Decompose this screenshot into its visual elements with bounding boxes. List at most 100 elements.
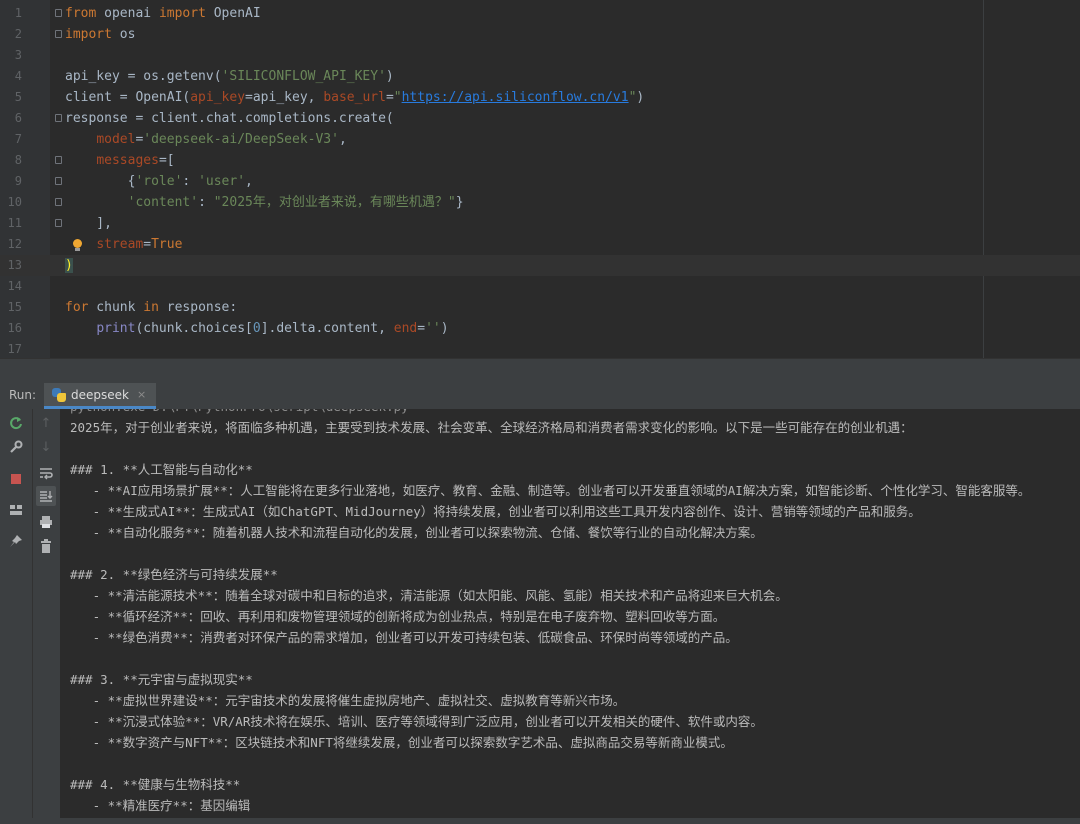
soft-wrap-icon[interactable] <box>36 463 56 483</box>
console-line: - **虚拟世界建设**：元宇宙技术的发展将催生虚拟房地产、虚拟社交、虚拟教育等… <box>70 693 626 708</box>
run-label: Run: <box>9 388 37 402</box>
code-line[interactable]: 11 ], <box>0 213 1080 234</box>
code-token: end <box>393 321 418 336</box>
wrench-icon[interactable] <box>6 437 26 457</box>
fold-marker-icon[interactable] <box>55 177 62 185</box>
code-token: = <box>143 237 152 252</box>
rerun-icon[interactable] <box>6 413 26 433</box>
line-number: 11 <box>7 216 22 230</box>
scroll-to-end-icon[interactable] <box>36 486 56 506</box>
code-editor[interactable]: 1 from openai import OpenAI 2 import os 3 4 ap… <box>0 0 1080 358</box>
code-text: model='deepseek-ai/DeepSeek-V3', <box>65 129 347 150</box>
run-tool-window-header: Run: deepseek × <box>0 383 1080 410</box>
code-text: response = client.chat.completions.creat… <box>65 108 394 129</box>
editor-splitter[interactable] <box>0 358 1080 383</box>
fold-marker-icon[interactable] <box>55 156 62 164</box>
code-token: OpenAI <box>205 6 261 21</box>
console-line: python.exe D:\PY\PythonPro\script\deepse… <box>70 409 409 417</box>
console-line: - **清洁能源技术**：随着全球对碳中和目标的追求，清洁能源（如太阳能、风能、… <box>70 588 788 603</box>
code-token: chunk <box>88 300 144 315</box>
run-tab-deepseek[interactable]: deepseek × <box>44 383 157 409</box>
code-token: https://api.siliconflow.cn/v1 <box>401 90 629 105</box>
stop-icon[interactable] <box>6 469 26 489</box>
fold-marker-icon[interactable] <box>55 198 62 206</box>
code-text: api_key = os.getenv('SILICONFLOW_API_KEY… <box>65 66 394 87</box>
line-number: 4 <box>14 69 22 83</box>
code-line[interactable]: 16 print(chunk.choices[0].delta.content,… <box>0 318 1080 339</box>
code-line[interactable]: 13) <box>0 255 1080 276</box>
code-token: import <box>65 27 112 42</box>
code-token: os <box>111 27 136 42</box>
code-line[interactable]: 5 client = OpenAI(api_key=api_key, base_u… <box>0 87 1080 108</box>
line-number: 5 <box>14 90 22 104</box>
code-line[interactable]: 15 for chunk in response: <box>0 297 1080 318</box>
code-text: ], <box>65 213 112 234</box>
code-line[interactable]: 12 stream=True <box>0 234 1080 255</box>
console-line: ### 2. **绿色经济与可持续发展** <box>70 567 278 582</box>
code-token: True <box>151 237 183 252</box>
code-line[interactable]: 14 <box>0 276 1080 297</box>
code-line[interactable]: 8 messages=[ <box>0 150 1080 171</box>
code-token: model <box>96 132 136 147</box>
code-token: " <box>393 90 402 105</box>
code-token: ) <box>65 258 73 273</box>
code-line[interactable]: 1 from openai import OpenAI <box>0 3 1080 24</box>
code-token: '' <box>425 321 441 336</box>
code-token: from <box>65 6 97 21</box>
fold-marker-icon[interactable] <box>55 9 62 17</box>
close-icon[interactable]: × <box>137 388 146 401</box>
run-tab-label: deepseek <box>71 387 129 402</box>
layout-icon[interactable] <box>6 500 26 520</box>
code-line[interactable]: 10 'content': "2025年，对创业者来说，有哪些机遇？"} <box>0 192 1080 213</box>
code-text: from openai import OpenAI <box>65 3 261 24</box>
line-number: 6 <box>14 111 22 125</box>
code-token: , <box>338 132 347 147</box>
up-arrow-icon[interactable]: ↑ <box>36 413 56 433</box>
code-token: api_key = os.getenv( <box>65 69 222 84</box>
code-token: 0 <box>252 321 261 336</box>
line-number: 16 <box>7 321 22 335</box>
code-token: client = OpenAI( <box>65 90 191 105</box>
fold-marker-icon[interactable] <box>55 219 62 227</box>
line-number: 13 <box>7 258 22 272</box>
trash-icon[interactable] <box>36 536 56 556</box>
line-number: 1 <box>14 6 22 20</box>
python-icon <box>52 387 66 402</box>
code-line[interactable]: 17 <box>0 339 1080 358</box>
code-token: api_key <box>190 90 246 105</box>
console-line: ### 4. **健康与生物科技** <box>70 777 241 792</box>
run-console-output[interactable]: python.exe D:\PY\PythonPro\script\deepse… <box>60 409 1080 824</box>
run-toolbar-primary <box>0 409 32 824</box>
line-number: 17 <box>7 342 22 356</box>
code-token: in <box>143 300 159 315</box>
code-text: messages=[ <box>65 150 175 171</box>
status-bar <box>0 818 1080 824</box>
fold-marker-icon[interactable] <box>55 30 62 38</box>
code-token: ].delta.content, <box>260 321 394 336</box>
console-line: - **沉浸式体验**：VR/AR技术将在娱乐、培训、医疗等领域得到广泛应用，创… <box>70 714 763 729</box>
console-line: 2025年，对于创业者来说，将面临多种机遇，主要受到技术发展、社会变革、全球经济… <box>70 420 913 435</box>
code-token: ) <box>385 69 394 84</box>
line-number: 12 <box>7 237 22 251</box>
code-line[interactable]: 2 import os <box>0 24 1080 45</box>
print-icon[interactable] <box>36 512 56 532</box>
code-token: } <box>455 195 464 210</box>
down-arrow-icon[interactable]: ↓ <box>36 437 56 457</box>
console-line: - **自动化服务**：随着机器人技术和流程自动化的发展，创业者可以探索物流、仓… <box>70 525 763 540</box>
code-token: openai <box>96 6 159 21</box>
code-token: , <box>245 174 253 189</box>
code-line[interactable]: 4 api_key = os.getenv('SILICONFLOW_API_KE… <box>0 66 1080 87</box>
code-text: print(chunk.choices[0].delta.content, en… <box>65 318 448 339</box>
code-line[interactable]: 9 {'role': 'user', <box>0 171 1080 192</box>
code-token: =[ <box>158 153 175 168</box>
pin-icon[interactable] <box>6 531 26 551</box>
code-token: : <box>198 195 214 210</box>
line-number: 15 <box>7 300 22 314</box>
code-line[interactable]: 3 <box>0 45 1080 66</box>
console-line: - **数字资产与NFT**：区块链技术和NFT将继续发展，创业者可以探索数字艺… <box>70 735 733 750</box>
code-line[interactable]: 7 model='deepseek-ai/DeepSeek-V3', <box>0 129 1080 150</box>
code-line[interactable]: 6 response = client.chat.completions.crea… <box>0 108 1080 129</box>
code-token: "2025年，对创业者来说，有哪些机遇？" <box>213 195 456 210</box>
fold-marker-icon[interactable] <box>55 114 62 122</box>
console-line: ### 3. **元宇宙与虚拟现实** <box>70 672 253 687</box>
